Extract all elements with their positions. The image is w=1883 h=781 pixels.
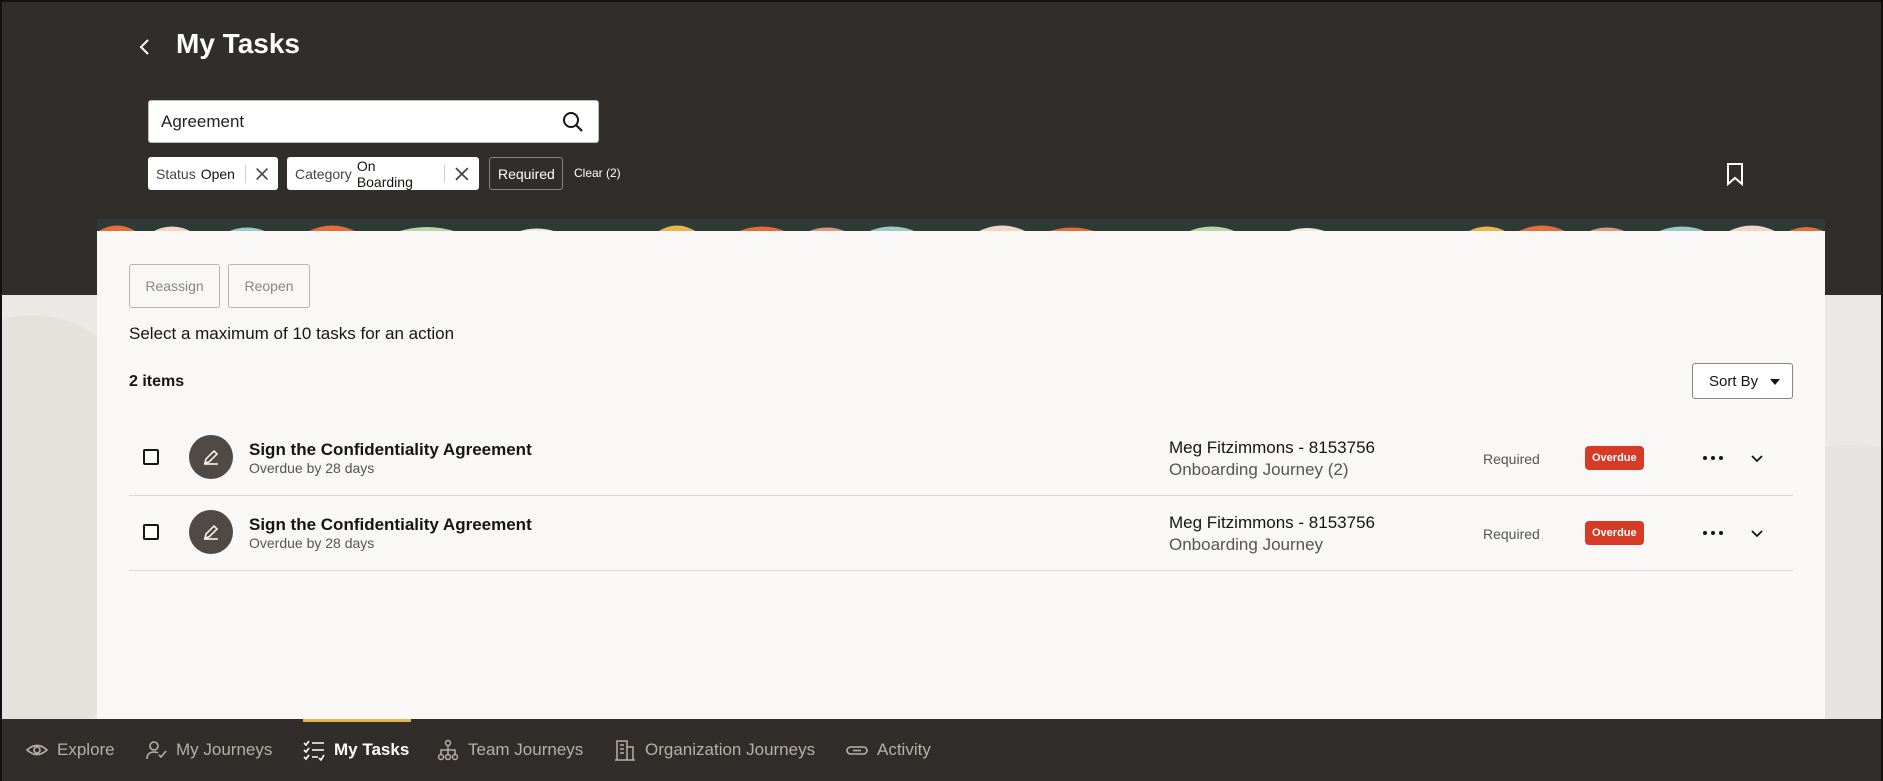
- pencil-icon: [203, 449, 219, 465]
- task-avatar: [189, 510, 233, 554]
- filter-chip-value: Open: [200, 165, 235, 182]
- back-button[interactable]: [138, 32, 162, 62]
- filter-chip-label: Status: [156, 165, 196, 182]
- nav-label: Explore: [57, 740, 115, 759]
- task-person: Meg Fitzimmons - 8153756: [1169, 513, 1375, 532]
- nav-team-journeys[interactable]: Team Journeys: [437, 719, 583, 781]
- chevron-down-icon[interactable]: [1749, 525, 1765, 541]
- task-row[interactable]: Sign the Confidentiality Agreement Overd…: [129, 496, 1793, 571]
- item-count: 2 items: [129, 373, 185, 390]
- nav-organization-journeys[interactable]: Organization Journeys: [614, 719, 815, 781]
- nav-label: Activity: [877, 740, 931, 759]
- person-check-icon: [146, 741, 167, 760]
- nav-label: My Journeys: [176, 740, 273, 759]
- close-icon[interactable]: [453, 165, 471, 183]
- close-icon[interactable]: [254, 165, 270, 183]
- reassign-button[interactable]: Reassign: [129, 264, 220, 308]
- page-title: My Tasks: [176, 28, 300, 59]
- reopen-button[interactable]: Reopen: [228, 264, 310, 308]
- pencil-icon: [203, 524, 219, 540]
- nav-label: My Tasks: [334, 740, 410, 759]
- checklist-icon: [303, 740, 325, 761]
- task-journey: Onboarding Journey: [1169, 535, 1324, 554]
- nav-activity[interactable]: Activity: [846, 719, 931, 781]
- task-subtitle: Overdue by 28 days: [249, 535, 375, 551]
- sort-by-button[interactable]: Sort By: [1692, 363, 1793, 399]
- task-journey: Onboarding Journey (2): [1169, 460, 1349, 479]
- tasks-card: Reassign Reopen Select a maximum of 10 t…: [97, 231, 1825, 719]
- task-requirement: Required: [1483, 526, 1540, 542]
- search-box[interactable]: [148, 100, 599, 143]
- filter-chip-category[interactable]: Category On Boarding: [287, 157, 479, 190]
- task-title[interactable]: Sign the Confidentiality Agreement: [249, 440, 532, 460]
- nav-my-journeys[interactable]: My Journeys: [145, 719, 272, 781]
- status-badge: Overdue: [1585, 446, 1644, 470]
- bottom-navigation: Explore My Journeys My Tasks Team Journe…: [2, 719, 1881, 781]
- bookmark-icon[interactable]: [1725, 162, 1745, 186]
- required-chip[interactable]: Required: [489, 157, 563, 190]
- task-person: Meg Fitzimmons - 8153756: [1169, 438, 1375, 457]
- eye-icon: [26, 744, 48, 756]
- task-avatar: [189, 435, 233, 479]
- chevron-left-icon: [139, 39, 149, 55]
- filter-chip-label: Category: [295, 165, 352, 182]
- status-badge: Overdue: [1585, 521, 1644, 545]
- search-icon[interactable]: [562, 111, 584, 133]
- org-chart-icon: [437, 739, 459, 761]
- task-title[interactable]: Sign the Confidentiality Agreement: [249, 515, 532, 535]
- nav-label: Team Journeys: [468, 740, 584, 759]
- link-icon: [846, 746, 868, 755]
- chevron-down-icon[interactable]: [1749, 450, 1765, 466]
- task-row[interactable]: Sign the Confidentiality Agreement Overd…: [129, 421, 1793, 496]
- task-checkbox[interactable]: [143, 524, 159, 540]
- nav-my-tasks[interactable]: My Tasks: [303, 719, 412, 781]
- clear-filters-link[interactable]: Clear (2): [574, 166, 621, 180]
- nav-explore[interactable]: Explore: [26, 719, 115, 781]
- task-checkbox[interactable]: [143, 449, 159, 465]
- more-actions-icon[interactable]: [1702, 448, 1724, 468]
- more-actions-icon[interactable]: [1702, 523, 1724, 543]
- building-icon: [615, 740, 635, 761]
- task-requirement: Required: [1483, 451, 1540, 467]
- nav-label: Organization Journeys: [645, 740, 816, 759]
- caret-down-icon: [1770, 379, 1780, 385]
- filter-chip-status[interactable]: Status Open: [148, 157, 278, 190]
- sort-by-label: Sort By: [1709, 372, 1759, 390]
- search-input[interactable]: [161, 101, 541, 142]
- selection-hint: Select a maximum of 10 tasks for an acti…: [129, 324, 455, 343]
- task-subtitle: Overdue by 28 days: [249, 460, 375, 476]
- filter-chip-value: On Boarding: [356, 157, 413, 190]
